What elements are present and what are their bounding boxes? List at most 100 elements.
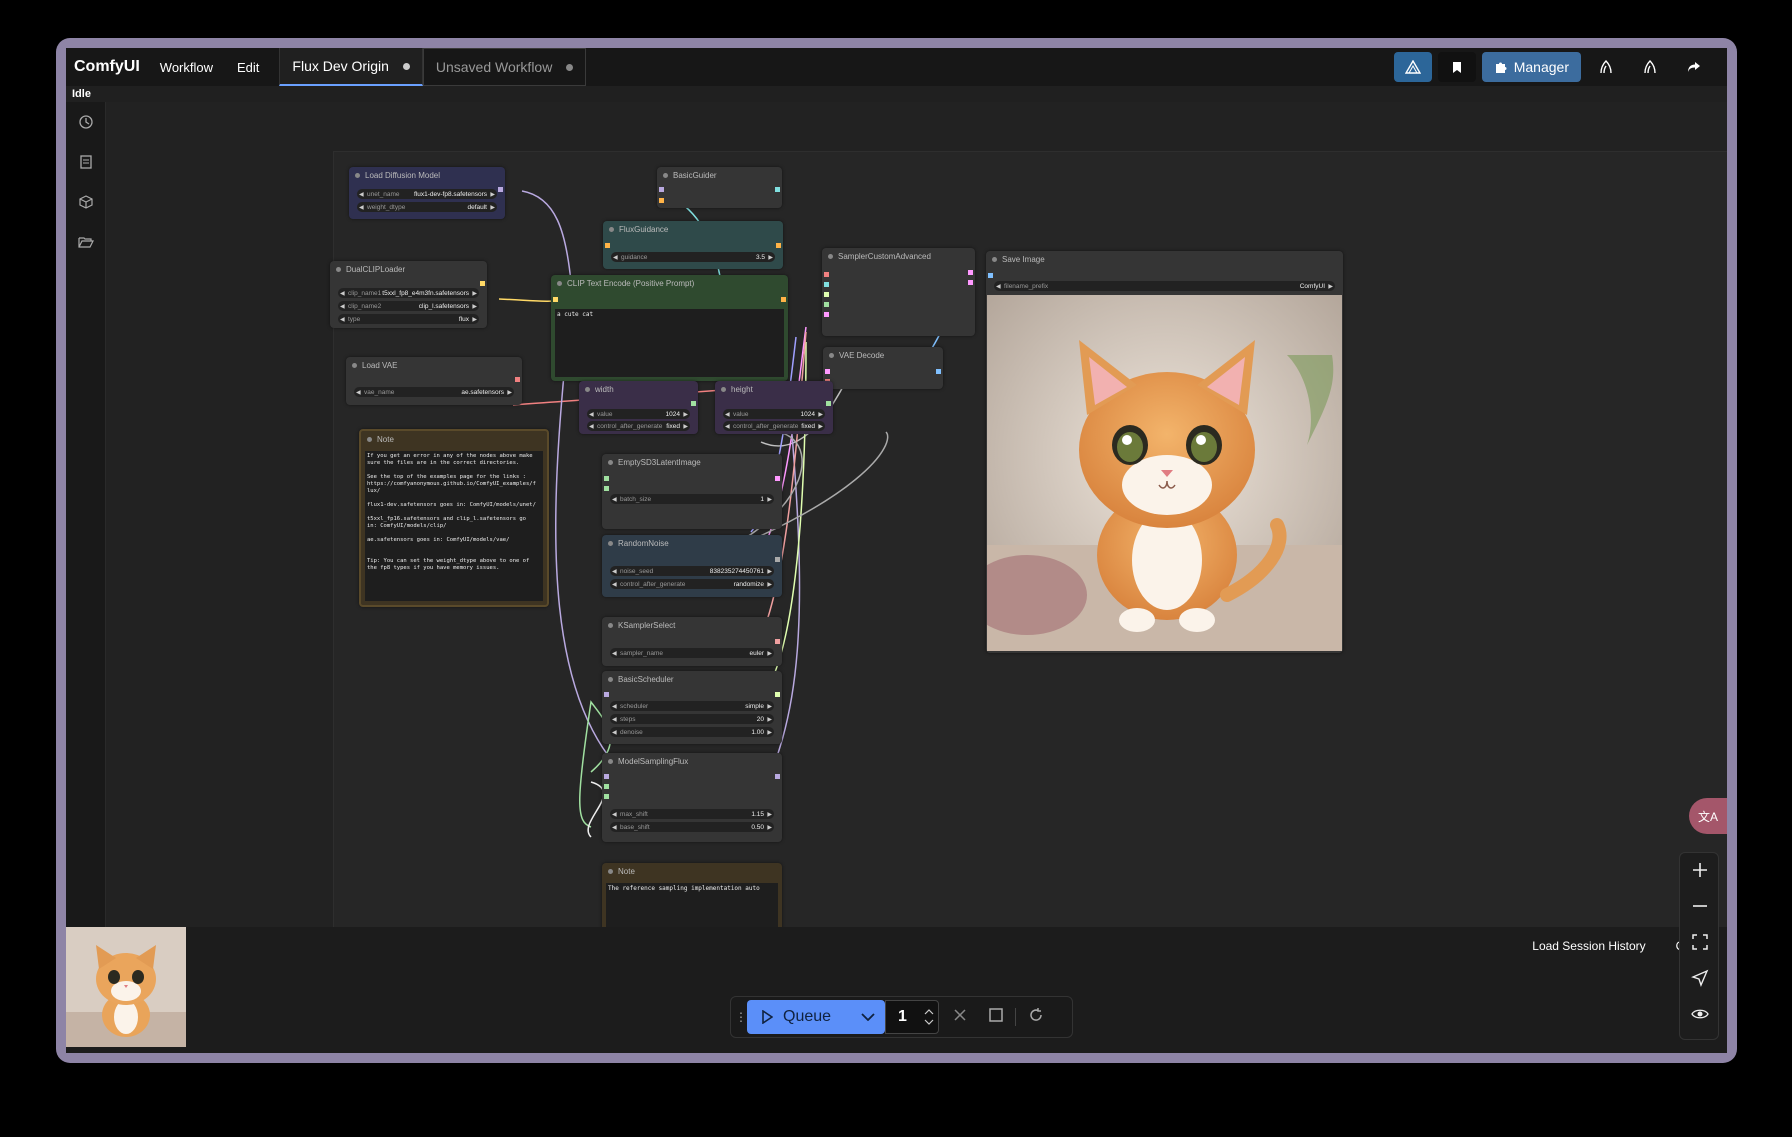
input-slot[interactable] — [604, 692, 609, 697]
drag-handle-icon[interactable]: ⋮ — [735, 1010, 747, 1024]
node-dualcliploader[interactable]: DualCLIPLoader clip_name1t5xxl_fp8_e4m3f… — [330, 261, 487, 328]
output-slot[interactable] — [781, 297, 786, 302]
unsaved-dot-icon[interactable] — [566, 63, 574, 71]
node-modelsamplingflux[interactable]: ModelSamplingFlux max_shift 1.15 base_shi… — [602, 753, 782, 842]
output-slot[interactable] — [515, 377, 520, 382]
output-slot[interactable] — [968, 280, 973, 285]
node-fluxguidance[interactable]: FluxGuidance guidance 3.5 — [603, 221, 783, 269]
base-shift-number[interactable]: base_shift 0.50 — [610, 822, 774, 832]
node-load-vae[interactable]: Load VAE vae_name ae.safetensors — [346, 357, 522, 405]
node-basicguider[interactable]: BasicGuider — [657, 167, 782, 208]
node-samplercustomadvanced[interactable]: SamplerCustomAdvanced — [822, 248, 975, 336]
sampler-name-combo[interactable]: sampler_name euler — [610, 648, 774, 658]
node-width[interactable]: width value 1024 control_after_generatefi… — [579, 381, 698, 434]
app-logo[interactable]: ComfyUI — [66, 58, 148, 76]
input-slot[interactable] — [553, 297, 558, 302]
batch-count-input[interactable]: 1 — [885, 1000, 939, 1034]
denoise-number[interactable]: denoise 1.00 — [610, 727, 774, 737]
vae-name-combo[interactable]: vae_name ae.safetensors — [354, 387, 514, 397]
history-thumbnail-image[interactable] — [66, 927, 186, 1047]
scheduler-combo[interactable]: scheduler simple — [610, 701, 774, 711]
input-slot[interactable] — [988, 273, 993, 278]
share-b-button[interactable] — [1631, 52, 1669, 82]
node-randomnoise[interactable]: RandomNoise noise_seed 838235274450761 co… — [602, 535, 782, 597]
graph-canvas[interactable]: Load Diffusion Model unet_name flux1-dev-… — [106, 102, 1727, 927]
output-slot[interactable] — [775, 774, 780, 779]
input-slot[interactable] — [604, 774, 609, 779]
stepper-arrows-icon[interactable] — [924, 1009, 934, 1025]
bookmark-button[interactable] — [1437, 52, 1476, 82]
share-a-button[interactable] — [1587, 52, 1625, 82]
output-slot[interactable] — [775, 639, 780, 644]
zoom-in-icon[interactable] — [1690, 861, 1710, 881]
node-note[interactable]: Note If you get an error in any of the n… — [359, 429, 549, 607]
tab-unsaved-workflow[interactable]: Unsaved Workflow — [422, 48, 587, 86]
node-save-image[interactable]: Save Image filename_prefix ComfyUI — [986, 251, 1343, 653]
noise-control-combo[interactable]: control_after_generate randomize — [610, 579, 774, 589]
type-combo[interactable]: type flux — [338, 314, 479, 324]
chevron-down-icon[interactable] — [861, 1010, 875, 1024]
node-ksamplerselect[interactable]: KSamplerSelect sampler_name euler — [602, 617, 782, 666]
input-slot[interactable] — [604, 794, 609, 799]
input-slot[interactable] — [825, 369, 830, 374]
load-session-history-link[interactable]: Load Session History — [1532, 939, 1645, 953]
model-library-icon[interactable] — [76, 194, 96, 214]
share-button[interactable] — [1675, 52, 1713, 82]
input-slot[interactable] — [824, 302, 829, 307]
input-slot[interactable] — [659, 187, 664, 192]
height-control-combo[interactable]: control_after_generatefixed — [723, 421, 825, 431]
batch-size-number[interactable]: batch_size 1 — [610, 494, 774, 504]
prompt-textarea[interactable]: a cute cat — [555, 309, 784, 377]
node-library-icon[interactable] — [76, 154, 96, 174]
output-slot[interactable] — [775, 692, 780, 697]
output-slot[interactable] — [775, 557, 780, 562]
node-map-button[interactable] — [1393, 52, 1432, 82]
noise-seed-number[interactable]: noise_seed 838235274450761 — [610, 566, 774, 576]
max-shift-number[interactable]: max_shift 1.15 — [610, 809, 774, 819]
width-value-number[interactable]: value 1024 — [587, 409, 690, 419]
steps-number[interactable]: steps 20 — [610, 714, 774, 724]
output-slot[interactable] — [691, 401, 696, 406]
note-textarea[interactable]: The reference sampling implementation au… — [606, 883, 778, 927]
input-slot[interactable] — [824, 292, 829, 297]
select-mode-icon[interactable] — [1690, 969, 1710, 989]
output-slot[interactable] — [776, 243, 781, 248]
output-slot[interactable] — [968, 270, 973, 275]
node-basicscheduler[interactable]: BasicScheduler scheduler simple steps 20 d… — [602, 671, 782, 744]
toggle-links-eye-icon[interactable] — [1690, 1005, 1710, 1025]
clip-name2-combo[interactable]: clip_name2 clip_l.safetensors — [338, 301, 479, 311]
node-height[interactable]: height value 1024 control_after_generatef… — [715, 381, 833, 434]
manager-button[interactable]: Manager — [1481, 52, 1581, 82]
node-vae-decode[interactable]: VAE Decode — [823, 347, 943, 389]
menu-edit[interactable]: Edit — [225, 60, 271, 75]
input-slot[interactable] — [604, 476, 609, 481]
input-slot[interactable] — [605, 243, 610, 248]
output-slot[interactable] — [775, 476, 780, 481]
node-emptysd3latentimage[interactable]: EmptySD3LatentImage batch_size 1 — [602, 454, 782, 529]
height-value-number[interactable]: value 1024 — [723, 409, 825, 419]
node-note-reference[interactable]: Note The reference sampling implementati… — [602, 863, 782, 927]
input-slot[interactable] — [604, 486, 609, 491]
input-slot[interactable] — [824, 312, 829, 317]
history-icon[interactable] — [76, 114, 96, 134]
queue-button[interactable]: Queue — [747, 1000, 885, 1034]
translate-button[interactable]: 文A — [1689, 798, 1727, 834]
input-slot[interactable] — [604, 784, 609, 789]
folder-open-icon[interactable] — [76, 234, 96, 254]
output-slot[interactable] — [936, 369, 941, 374]
output-slot[interactable] — [498, 187, 503, 192]
input-slot[interactable] — [824, 282, 829, 287]
fit-view-icon[interactable] — [1690, 933, 1710, 953]
refresh-icon[interactable] — [1028, 1007, 1044, 1028]
generated-kitten-image[interactable] — [987, 295, 1342, 651]
output-slot[interactable] — [480, 281, 485, 286]
note-textarea[interactable]: If you get an error in any of the nodes … — [365, 451, 543, 601]
input-slot[interactable] — [659, 198, 664, 203]
zoom-out-icon[interactable] — [1690, 897, 1710, 917]
menu-workflow[interactable]: Workflow — [148, 60, 225, 75]
output-slot[interactable] — [775, 187, 780, 192]
unsaved-dot-icon[interactable] — [402, 62, 410, 70]
stop-icon[interactable] — [989, 1007, 1003, 1027]
node-load-diffusion-model[interactable]: Load Diffusion Model unet_name flux1-dev-… — [349, 167, 505, 219]
tab-flux-dev-origin[interactable]: Flux Dev Origin — [279, 48, 423, 86]
